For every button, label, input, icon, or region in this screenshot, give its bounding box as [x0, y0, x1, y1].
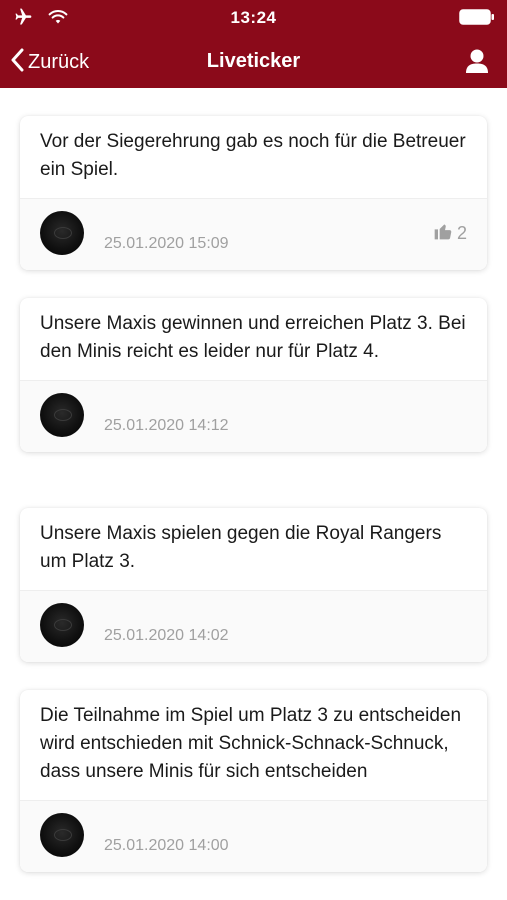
status-bar: 13:24	[0, 0, 507, 36]
like-button[interactable]: 2	[433, 221, 467, 246]
post-card: Die Teilnahme im Spiel um Platz 3 zu ent…	[20, 690, 487, 872]
post-text: Unsere Maxis gewinnen und erreichen Plat…	[40, 313, 466, 362]
battery-icon	[459, 9, 495, 30]
like-count: 2	[456, 223, 467, 243]
post-card: Vor der Siegerehrung gab es noch für die…	[20, 116, 487, 270]
post-text: Vor der Siegerehrung gab es noch für die…	[40, 131, 466, 180]
post-card: Unsere Maxis gewinnen und erreichen Plat…	[20, 298, 487, 452]
avatar	[40, 813, 84, 857]
profile-icon	[465, 49, 489, 78]
avatar	[40, 393, 84, 437]
post-timestamp: 25.01.2020 14:12	[104, 417, 229, 434]
liveticker-feed[interactable]: Vor der Siegerehrung gab es noch für die…	[0, 88, 507, 900]
thumbs-up-icon	[433, 221, 453, 246]
status-time: 13:24	[230, 8, 277, 27]
avatar	[40, 211, 84, 255]
post-card: Unsere Maxis spielen gegen die Royal Ran…	[20, 508, 487, 662]
post-text: Unsere Maxis spielen gegen die Royal Ran…	[40, 523, 442, 572]
post-footer: 25.01.2020 14:00	[20, 800, 487, 872]
nav-bar: Zurück Liveticker	[0, 36, 507, 88]
avatar	[40, 603, 84, 647]
page-title: Liveticker	[206, 50, 301, 72]
post-footer: 25.01.2020 14:02	[20, 590, 487, 662]
post-footer: 25.01.2020 15:09 2	[20, 198, 487, 270]
post-text: Die Teilnahme im Spiel um Platz 3 zu ent…	[40, 705, 462, 782]
post-timestamp: 25.01.2020 14:02	[104, 627, 229, 644]
profile-button[interactable]	[465, 48, 489, 79]
post-footer: 25.01.2020 14:12	[20, 380, 487, 452]
post-timestamp: 25.01.2020 14:00	[104, 837, 229, 854]
post-timestamp: 25.01.2020 15:09	[104, 235, 229, 252]
